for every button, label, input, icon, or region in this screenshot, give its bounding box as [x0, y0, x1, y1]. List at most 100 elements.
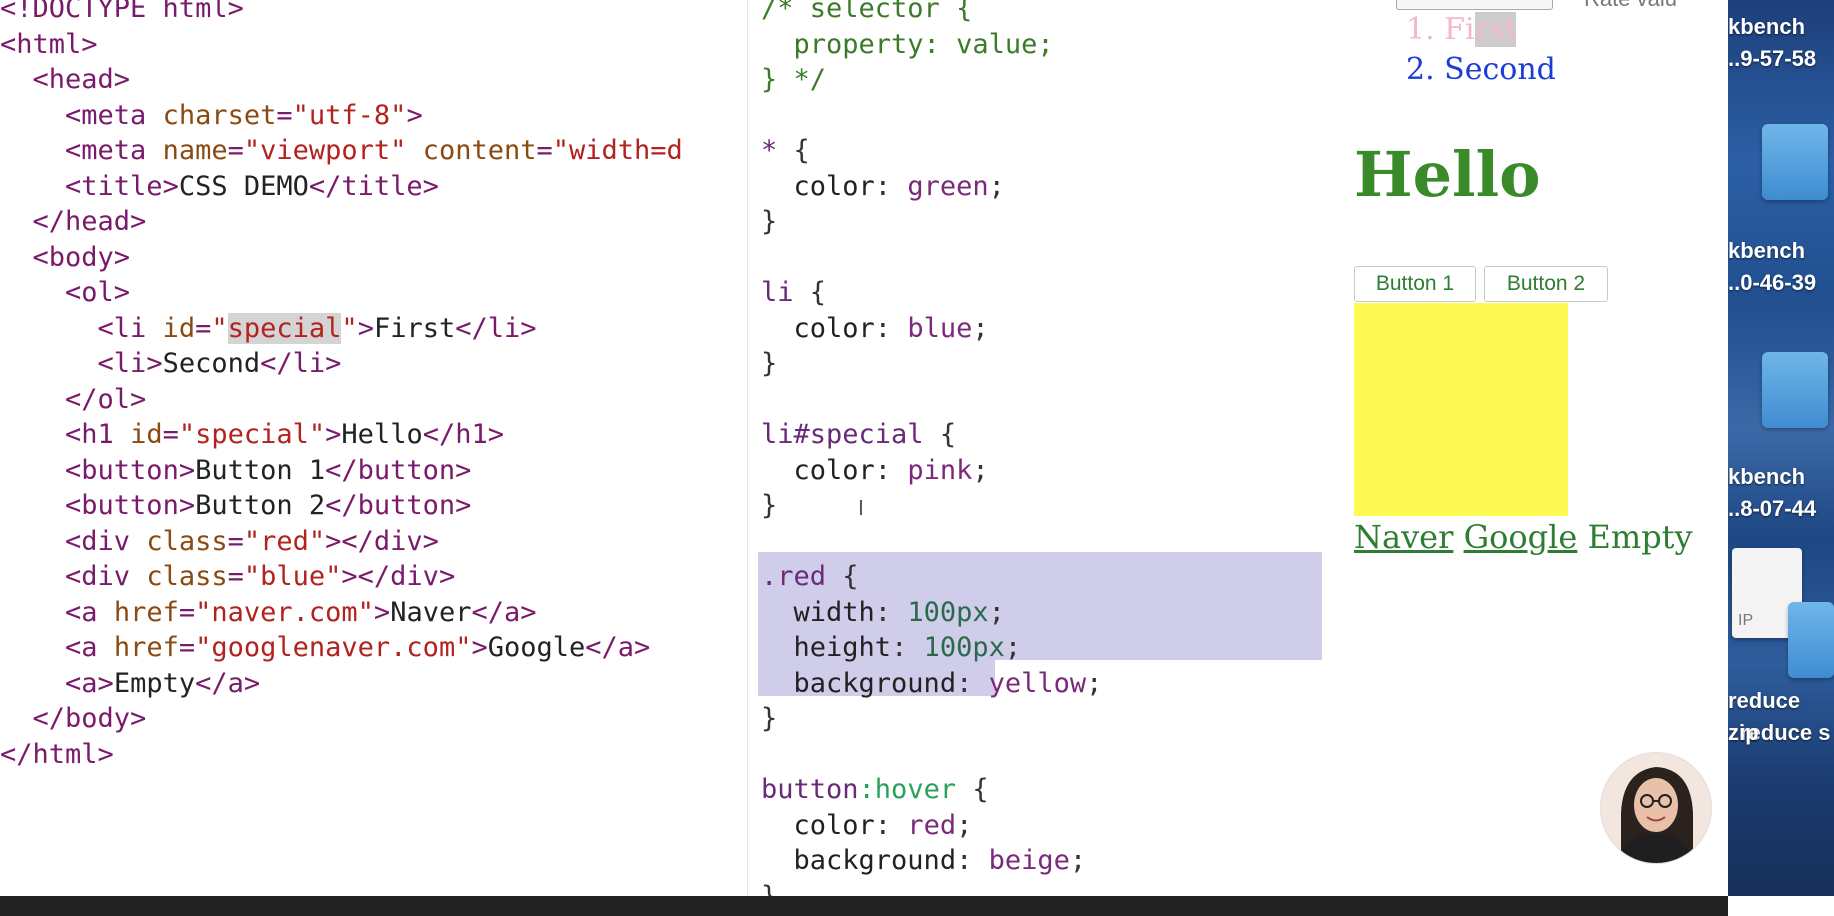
css-token: button — [761, 774, 859, 805]
css-token: beige — [988, 845, 1070, 876]
html-code-line[interactable]: <div class="red"></div> — [0, 524, 439, 560]
css-token: } — [761, 206, 778, 237]
html-code-line[interactable]: <title>CSS DEMO</title> — [0, 169, 439, 205]
css-token: width — [793, 596, 875, 628]
code-token: > — [406, 99, 423, 131]
code-token: href — [113, 596, 179, 628]
code-token: = — [195, 312, 212, 344]
css-code-line[interactable]: } — [761, 346, 777, 382]
css-code-line[interactable]: .red { — [761, 559, 859, 595]
html-code-line[interactable]: </body> — [0, 701, 147, 737]
css-editor-pane[interactable]: /* selector { property: value;} */ * { co… — [747, 0, 1335, 896]
google-link[interactable]: Google — [1464, 518, 1578, 556]
css-token: ; — [988, 596, 1005, 628]
html-code-line[interactable]: <button>Button 2</button> — [0, 488, 471, 524]
css-code-line[interactable]: color: pink; — [761, 453, 989, 489]
html-code-line[interactable]: <a>Empty</a> — [0, 666, 260, 702]
html-code-line[interactable]: <html> — [0, 27, 98, 63]
code-token: > — [373, 596, 391, 628]
code-token: <li — [97, 312, 163, 344]
code-token: CSS DEMO — [178, 170, 309, 202]
css-token: } — [761, 880, 778, 897]
html-code-line[interactable]: <meta charset="utf-8"> — [0, 98, 423, 134]
html-code-line[interactable]: <h1 id="special">Hello</h1> — [0, 417, 504, 453]
code-token: <div — [65, 561, 147, 592]
css-token: color — [793, 809, 875, 841]
preview-button-1[interactable]: Button 1 — [1354, 266, 1476, 302]
naver-link[interactable]: Naver — [1354, 518, 1453, 556]
code-token: = — [178, 596, 196, 628]
code-token: First — [373, 312, 456, 344]
code-token: ></div> — [341, 561, 456, 592]
css-token: : — [956, 667, 989, 699]
code-token: class — [146, 525, 228, 557]
preview-button-2[interactable]: Button 2 — [1484, 266, 1608, 302]
folder-icon[interactable] — [1762, 124, 1828, 200]
css-code-line[interactable]: height: 100px; — [761, 630, 1022, 666]
code-token: Naver — [390, 596, 472, 628]
css-code-line[interactable]: /* selector { — [761, 0, 972, 27]
html-code-line[interactable]: <li id="special">First</li> — [0, 311, 537, 347]
css-code-line[interactable]: } — [761, 488, 777, 524]
html-code-line[interactable]: </html> — [0, 737, 114, 773]
html-code-line[interactable]: <a href="googlenaver.com">Google</a> — [0, 630, 650, 666]
css-code-line[interactable]: li#special { — [761, 417, 956, 453]
code-token: "red" — [243, 525, 326, 557]
html-code-line[interactable]: <li>Second</li> — [0, 346, 342, 382]
css-token: pink — [907, 454, 973, 486]
html-code-line[interactable]: <!DOCTYPE html> — [0, 0, 244, 27]
code-token: "googlenaver.com" — [195, 632, 472, 663]
css-code-line[interactable]: li { — [761, 275, 826, 311]
css-token: : — [891, 632, 924, 663]
css-code-line[interactable]: } */ — [761, 62, 826, 98]
css-code-line[interactable]: button:hover { — [761, 772, 989, 808]
html-code-line[interactable]: </head> — [0, 204, 147, 240]
html-code-line[interactable]: <body> — [0, 240, 131, 276]
folder-icon[interactable] — [1788, 602, 1834, 678]
css-code-line[interactable]: property: value; — [761, 27, 1054, 63]
html-code-line[interactable]: </ol> — [0, 382, 146, 418]
code-token: id — [162, 312, 196, 344]
css-token: yellow — [988, 667, 1087, 699]
code-token: </a> — [195, 667, 261, 699]
html-code-line[interactable]: <head> — [0, 62, 131, 98]
html-code-line[interactable]: <button>Button 1</button> — [0, 453, 471, 489]
css-code-line[interactable]: color: green; — [761, 169, 1005, 205]
code-token: <a — [65, 632, 114, 663]
css-code-line[interactable]: width: 100px; — [761, 595, 1005, 631]
css-token: } — [761, 490, 778, 521]
preview-top-button[interactable] — [1396, 0, 1553, 10]
html-code-line[interactable]: <a href="naver.com">Naver</a> — [0, 595, 536, 631]
code-token: <!DOCTYPE html> — [0, 0, 244, 24]
css-code-line[interactable]: * { — [761, 133, 810, 169]
css-code-line[interactable]: background: beige; — [761, 843, 1087, 879]
html-editor-pane[interactable]: <!DOCTYPE html> <html> <head> <meta chars… — [0, 0, 747, 896]
code-token: Empty — [113, 667, 196, 699]
css-token: 100px — [907, 596, 989, 628]
css-code-line[interactable]: } — [761, 879, 777, 897]
css-code-line[interactable]: } — [761, 204, 777, 240]
html-code-line[interactable]: <ol> — [0, 275, 130, 311]
css-code-line[interactable]: color: red; — [761, 808, 973, 844]
css-token: red — [907, 809, 957, 841]
css-code-line[interactable]: color: blue; — [761, 311, 989, 347]
code-token: <button> — [65, 490, 196, 521]
code-token: special — [227, 312, 342, 344]
html-code-line[interactable]: <meta name="viewport" content="width=d — [0, 133, 683, 169]
html-code-line[interactable]: <div class="blue"></div> — [0, 559, 455, 595]
code-token: </button> — [325, 454, 472, 486]
desktop-icon-label: kbench — [1728, 14, 1806, 39]
folder-icon[interactable] — [1762, 352, 1828, 428]
css-code-line[interactable]: background: yellow; — [761, 666, 1103, 702]
css-code-line[interactable]: } — [761, 701, 777, 737]
css-token: { — [826, 561, 859, 592]
desktop-icon-sublabel-zip: zip — [1728, 720, 1759, 745]
